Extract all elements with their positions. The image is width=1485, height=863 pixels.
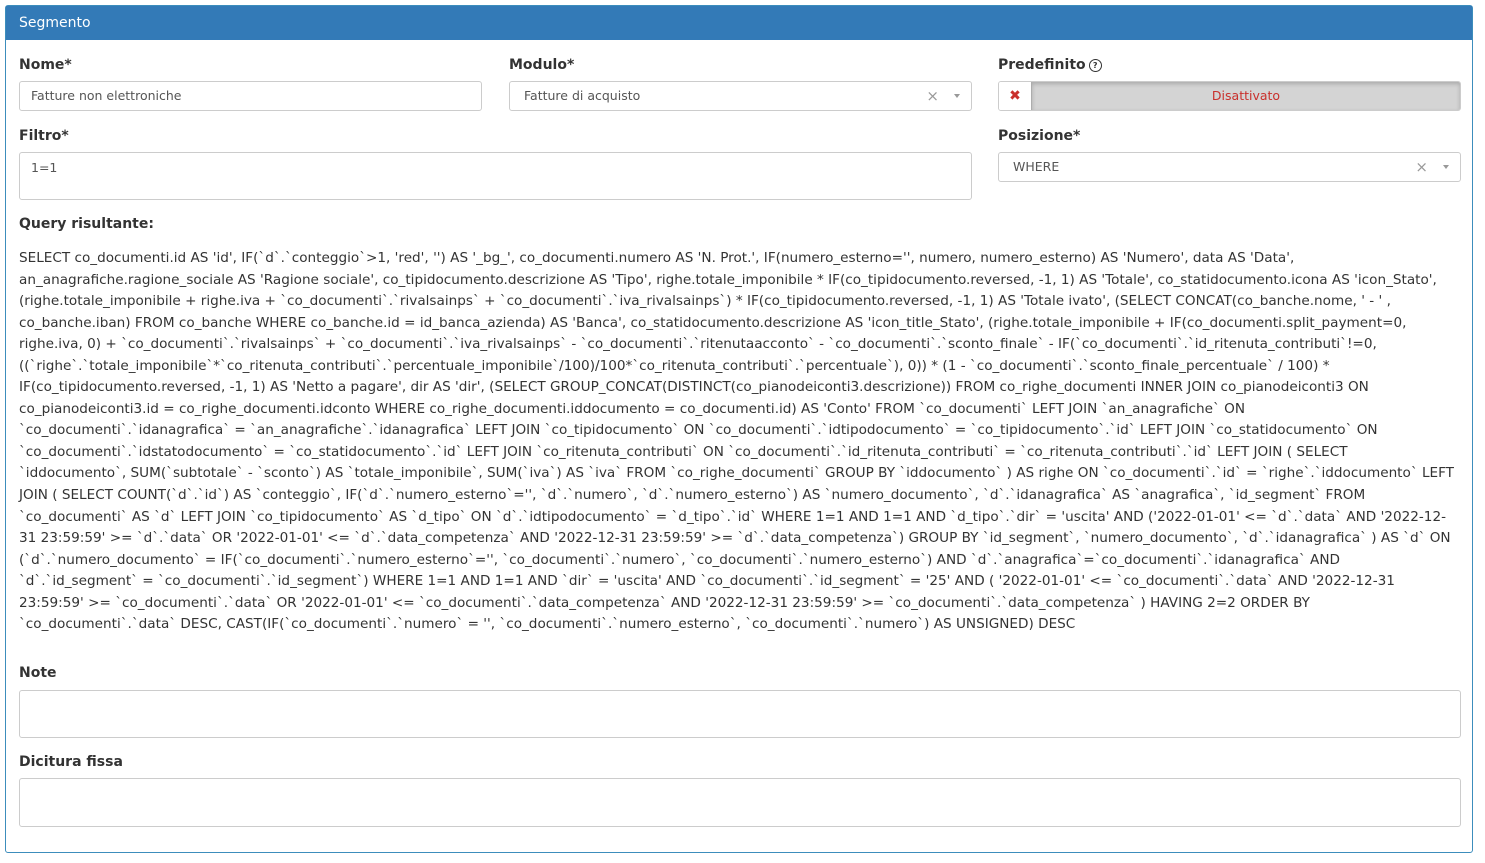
modulo-selected-value: Fatture di acquisto — [524, 88, 641, 103]
modulo-clear-icon[interactable]: × — [926, 82, 939, 110]
posizione-label: Posizione* — [998, 128, 1081, 144]
dicitura-label: Dicitura fissa — [19, 754, 123, 770]
posizione-chevron-down-icon[interactable] — [1443, 165, 1449, 169]
filtro-label: Filtro* — [19, 128, 69, 144]
modulo-label: Modulo* — [509, 57, 575, 73]
dicitura-textarea[interactable] — [19, 778, 1461, 827]
close-icon: ✖ — [999, 82, 1032, 110]
filtro-textarea[interactable]: 1=1 — [19, 152, 972, 200]
note-label: Note — [19, 665, 57, 681]
query-text: SELECT co_documenti.id AS 'id', IF(`d`.`… — [19, 250, 1454, 633]
nome-label: Nome* — [19, 57, 72, 73]
modulo-chevron-down-icon[interactable] — [954, 94, 960, 98]
posizione-selected-value: WHERE — [1013, 159, 1060, 174]
modulo-select[interactable]: Fatture di acquisto × — [509, 81, 972, 111]
nome-input[interactable]: Fatture non elettroniche — [19, 81, 482, 111]
predefinito-toggle[interactable]: ✖ Disattivato — [998, 81, 1461, 111]
predefinito-label: Predefinito — [998, 57, 1086, 73]
panel-title: Segmento — [6, 6, 1472, 40]
query-label: Query risultante: — [19, 216, 154, 232]
predefinito-state: Disattivato — [1032, 82, 1460, 110]
predefinito-label-wrap: Predefinito? — [998, 57, 1102, 73]
help-icon[interactable]: ? — [1088, 59, 1102, 72]
posizione-clear-icon[interactable]: × — [1415, 153, 1428, 181]
segment-panel: Segmento Nome* Fatture non elettroniche … — [5, 5, 1473, 853]
note-textarea[interactable] — [19, 690, 1461, 738]
posizione-select[interactable]: WHERE × — [998, 152, 1461, 182]
